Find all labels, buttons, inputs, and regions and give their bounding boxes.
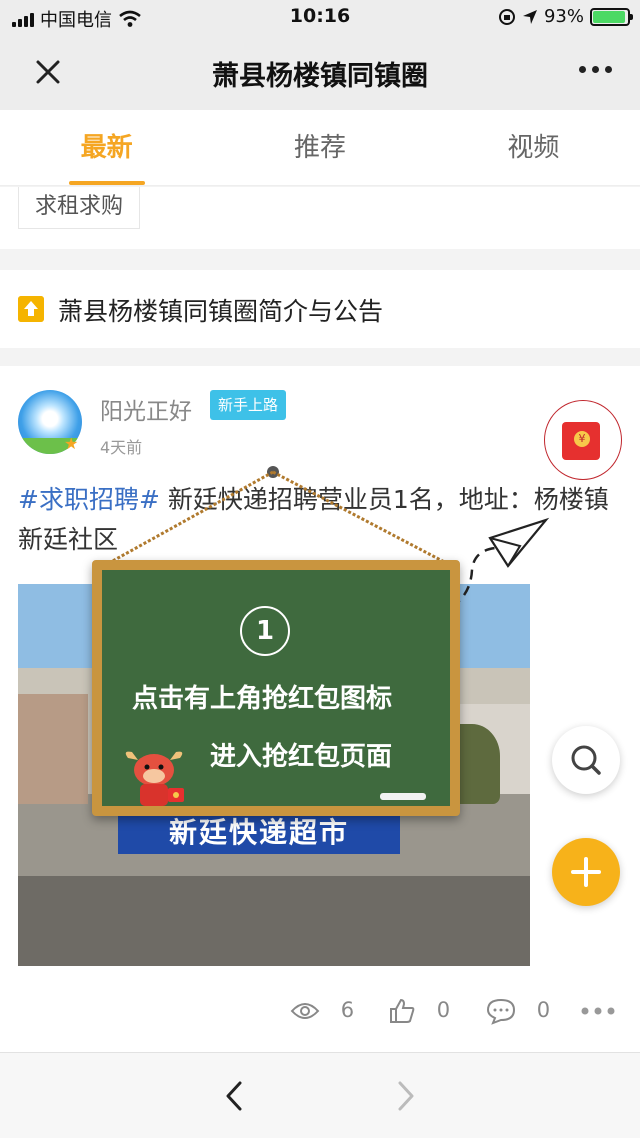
tutorial-chalkboard: 1 点击有上角抢红包图标 进入抢红包页面 xyxy=(92,560,460,816)
hanging-string-left xyxy=(99,470,274,570)
browser-toolbar xyxy=(0,1052,640,1138)
tutorial-line-2: 进入抢红包页面 xyxy=(210,742,393,772)
paper-plane-icon xyxy=(488,517,550,568)
hanging-string-right xyxy=(272,470,453,568)
search-button[interactable] xyxy=(552,726,620,794)
chalk xyxy=(380,793,426,800)
step-number: 1 xyxy=(240,606,290,656)
tutorial-line-1: 点击有上角抢红包图标 xyxy=(132,684,393,714)
ox-mascot-icon xyxy=(125,751,184,806)
search-icon xyxy=(571,745,601,775)
plus-icon xyxy=(571,857,601,887)
add-post-button[interactable] xyxy=(552,838,620,906)
back-arrow-icon[interactable] xyxy=(218,1079,250,1113)
forward-arrow-icon[interactable] xyxy=(390,1079,422,1113)
